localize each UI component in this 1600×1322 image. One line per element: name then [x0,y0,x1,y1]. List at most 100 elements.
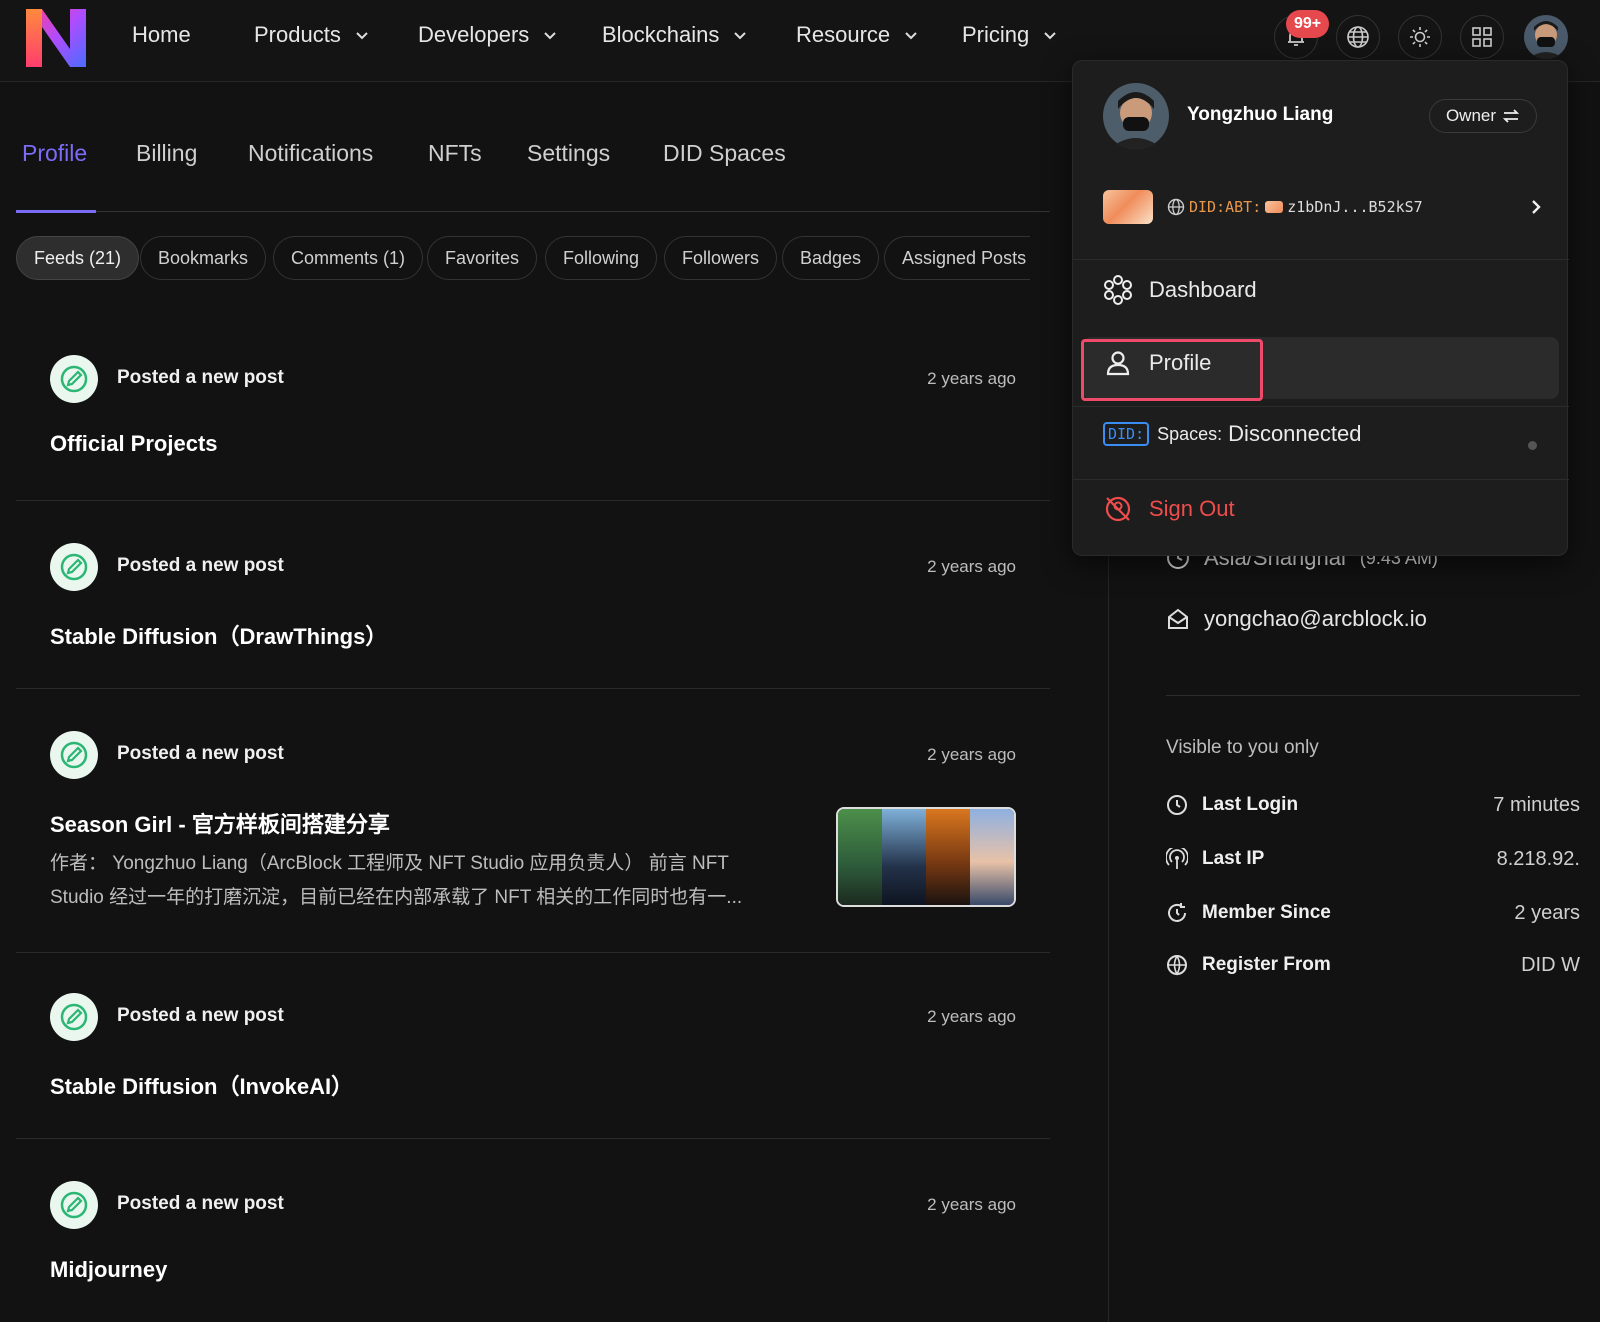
switch-role-button[interactable]: Owner [1429,99,1537,133]
menu-profile[interactable]: Profile [1103,348,1211,378]
chip-following[interactable]: Following [545,236,658,280]
feed-title[interactable]: Stable Diffusion（DrawThings） [50,619,387,651]
email: yongchao@arcblock.io [1204,606,1427,631]
chip-favorites[interactable]: Favorites [427,236,538,280]
spaces-status: Disconnected [1228,421,1362,446]
chip-followers[interactable]: Followers [664,236,778,280]
stat-label: Last IP [1202,848,1265,869]
stat-label: Register From [1202,954,1331,975]
feed-action: Posted a new post [117,1193,284,1214]
stat-register-from: Register From [1166,954,1331,976]
feed-title[interactable]: Midjourney [50,1257,167,1283]
feed-action: Posted a new post [117,743,284,764]
did-short: z1bDnJ...B52kS7 [1287,198,1423,216]
avatar [1103,83,1169,149]
feed-time: 2 years ago [927,557,1016,576]
menu-label: Sign Out [1149,496,1235,521]
chip-assigned-posts[interactable]: Assigned Posts [884,236,1030,280]
user-menu-dropdown: Yongzhuo Liang Owner DID:ABT: z1bDnJ...B… [1072,60,1569,556]
nav-home[interactable]: Home [132,22,191,48]
feed-item[interactable]: Posted a new post 2 years ago Stable Dif… [16,993,1050,1139]
tab-settings[interactable]: Settings [527,140,610,167]
stat-last-ip: Last IP [1166,848,1264,870]
sign-out-icon [1105,496,1131,522]
stat-label: Last Login [1202,794,1299,815]
menu-label: Dashboard [1149,277,1257,302]
feed-time: 2 years ago [927,1007,1016,1026]
status-dot [1528,441,1537,450]
feed-action: Posted a new post [117,1005,284,1026]
chevron-down-icon [544,32,556,40]
feed-item[interactable]: Posted a new post 2 years ago Stable Dif… [16,543,1050,689]
did-address-row[interactable]: DID:ABT: z1bDnJ...B52kS7 [1103,189,1543,225]
did-avatar [1103,190,1153,224]
feed-item[interactable]: Posted a new post 2 years ago Midjourney [16,1181,1050,1322]
email-row: yongchao@arcblock.io [1166,606,1427,632]
tab-billing[interactable]: Billing [136,140,197,167]
feed-action: Posted a new post [117,367,284,388]
menu-dashboard[interactable]: Dashboard [1103,275,1257,305]
feed-time: 2 years ago [927,745,1016,764]
feed-title[interactable]: Stable Diffusion（InvokeAI） [50,1069,353,1101]
active-tab-indicator [16,210,96,213]
feed-item[interactable]: Posted a new post 2 years ago Season Gir… [16,731,1050,953]
post-edit-icon [50,543,98,591]
nav-developers[interactable]: Developers [418,22,557,48]
tab-did-spaces[interactable]: DID Spaces [663,140,786,167]
chevron-down-icon [905,32,917,40]
language-button[interactable] [1336,15,1380,59]
swap-icon [1502,109,1520,123]
excerpt-line: 作者： Yongzhuo Liang（ArcBlock 工程师及 NFT Stu… [50,853,729,874]
clock-icon [1167,795,1187,815]
nav-pricing[interactable]: Pricing [962,22,1057,48]
user-avatar-button[interactable] [1524,15,1568,59]
chip-feeds[interactable]: Feeds (21) [16,236,140,280]
menu-sign-out[interactable]: Sign Out [1103,494,1235,524]
globe-icon [1167,955,1187,976]
did-mini-avatar [1265,201,1284,213]
mail-icon [1168,608,1188,629]
profile-tabs: Profile Billing Notifications NFTs Setti… [16,128,1050,213]
tab-nfts[interactable]: NFTs [428,140,482,167]
chip-comments[interactable]: Comments (1) [273,236,424,280]
post-thumbnail[interactable] [836,807,1016,907]
did-address: DID:ABT: z1bDnJ...B52kS7 [1167,198,1423,216]
feed-title[interactable]: Official Projects [50,431,218,457]
nav-resource[interactable]: Resource [796,22,918,48]
divider [1166,695,1580,696]
feed-item[interactable]: Posted a new post 2 years ago Official P… [16,355,1050,501]
did-spaces-icon: DID: [1103,422,1150,446]
user-name: Yongzhuo Liang [1187,104,1334,125]
chevron-down-icon [1044,32,1056,40]
theme-toggle-button[interactable] [1398,15,1442,59]
history-icon [1168,903,1186,922]
tab-notifications[interactable]: Notifications [248,140,373,167]
notification-badge: 99+ [1286,10,1330,38]
chip-bookmarks[interactable]: Bookmarks [140,236,267,280]
menu-did-spaces[interactable]: DID: Spaces: Disconnected [1103,421,1361,447]
role-label: Owner [1445,106,1497,125]
divider [1073,406,1569,407]
grid-icon [1472,27,1492,47]
sun-icon [1410,27,1430,47]
broadcast-icon [1166,848,1188,869]
post-edit-icon [50,1181,98,1229]
feed-title[interactable]: Season Girl - 官方样板间搭建分享 [50,807,390,839]
avatar [1524,15,1568,59]
globe-icon [1347,26,1369,48]
stat-label: Member Since [1202,902,1331,923]
nav-products[interactable]: Products [254,22,369,48]
stat-value: 7 minutes [1493,794,1580,816]
post-edit-icon [50,993,98,1041]
logo[interactable] [24,5,88,69]
tab-profile[interactable]: Profile [22,140,87,167]
chip-badges[interactable]: Badges [782,236,880,280]
feed-time: 2 years ago [927,369,1016,388]
chevron-right-icon [1532,200,1541,214]
did-prefix: DID:ABT: [1189,198,1262,216]
nav-blockchains[interactable]: Blockchains [602,22,747,48]
menu-label: Profile [1149,350,1212,375]
stat-value: DID W [1521,954,1580,976]
apps-button[interactable] [1460,15,1504,59]
spaces-label: Spaces: [1157,423,1223,444]
